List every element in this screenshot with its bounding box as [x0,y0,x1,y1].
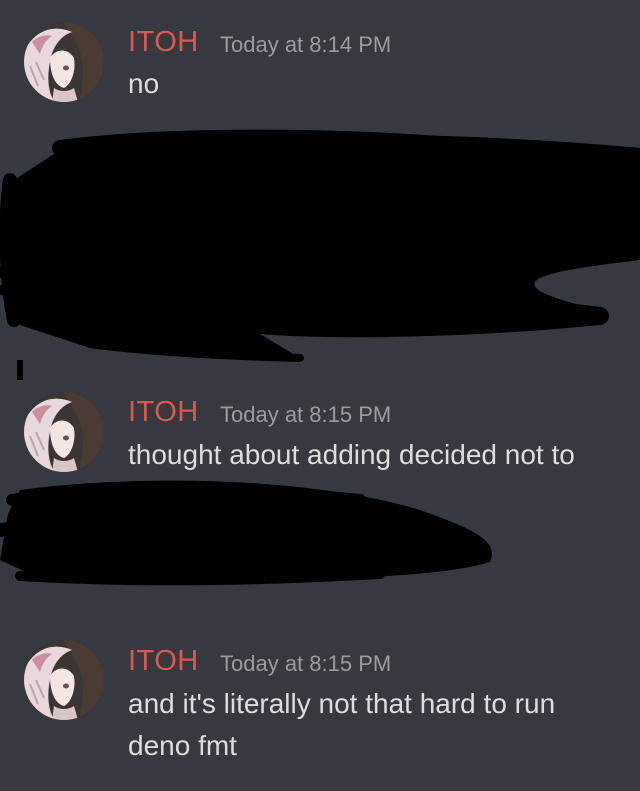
user-avatar[interactable] [24,22,104,102]
message-content: thought about adding decided not to [128,434,638,476]
message-content: no [128,63,628,105]
timestamp: Today at 8:14 PM [220,32,392,57]
message-line: and it's literally not that hard to run [128,688,556,719]
redaction-scribble [0,480,492,586]
user-avatar[interactable] [24,640,104,720]
timestamp: Today at 8:15 PM [220,402,392,427]
message-1: ITOH Today at 8:14 PM no [0,0,640,120]
anime-avatar-icon [24,640,104,720]
message-3: ITOH Today at 8:15 PM and it's literally… [0,630,640,791]
redaction-scribble [0,129,640,380]
username[interactable]: ITOH [128,645,199,678]
message-line: thought about adding decided not to [128,439,575,470]
message-line: no [128,68,160,99]
anime-avatar-icon [24,22,104,102]
message-line: deno fmt [128,730,237,761]
anime-avatar-icon [24,392,104,472]
message-2: ITOH Today at 8:15 PM thought about addi… [0,380,640,480]
timestamp: Today at 8:15 PM [220,651,392,676]
message-content: and it's literally not that hard to run … [128,683,628,767]
username[interactable]: ITOH [128,396,199,429]
username[interactable]: ITOH [128,26,199,59]
user-avatar[interactable] [24,392,104,472]
